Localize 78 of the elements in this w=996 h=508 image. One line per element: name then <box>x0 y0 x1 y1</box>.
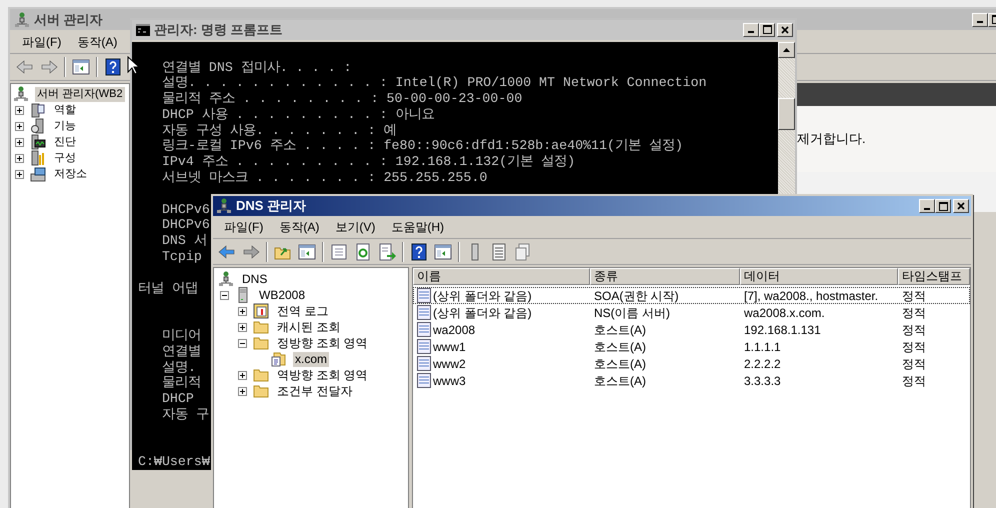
tree-item[interactable]: 조건부 전달자 <box>275 384 354 398</box>
table-cell-text: 1.1.1.1 <box>744 338 781 356</box>
console-line: 설명. <box>160 360 196 376</box>
table-cell-text: SOA(권한 시작) <box>594 288 679 304</box>
table-cell-text: 3.3.3.3 <box>744 372 781 390</box>
column-header[interactable]: 이름 <box>413 268 590 285</box>
menu-item[interactable]: 도움말(H) <box>384 218 451 236</box>
table-cell-text: 정적 <box>902 322 926 338</box>
table-cell-text: 2.2.2.2 <box>744 356 781 372</box>
console-line: Tcpip <box>160 249 202 265</box>
table-cell-text: wa2008 <box>433 322 476 338</box>
window-title: 서버 관리자 <box>34 10 103 29</box>
tree-item[interactable]: 구성 <box>52 150 78 166</box>
table-cell-text: 192.168.1.131 <box>744 322 821 338</box>
console-line: 터널 어댑 <box>138 280 198 296</box>
console-line: 연결별 DNS 접미사. . . . : <box>160 60 352 76</box>
console-line: 자동 구 <box>160 407 209 423</box>
console-line: DHCPv6 <box>160 202 210 218</box>
table-cell-text: 호스트(A) <box>594 338 646 356</box>
table-cell-text: 정적 <box>902 372 926 390</box>
console-line: DHCP 사용 . . . . . . . . . : 아니요 <box>160 106 434 123</box>
tree-item[interactable]: 캐시된 조회 <box>275 320 342 334</box>
console-line: 연결별 <box>160 344 201 360</box>
console-line: 링크-로컬 IPv6 주소 . . . . : fe80::90c6:dfd1:528b:ae40%11(기본 설정) <box>160 138 683 154</box>
table-cell-text: NS(이름 서버) <box>594 304 670 322</box>
console-line: 물리적 <box>160 375 201 392</box>
tree-item[interactable]: DNS <box>240 272 270 286</box>
console-line: DNS 서 <box>160 233 207 250</box>
menu-item[interactable]: 동작(A) <box>71 32 124 50</box>
table-cell-text: (상위 폴더와 같음) <box>433 304 532 322</box>
menu-item[interactable]: 파일(F) <box>16 32 68 50</box>
record-row[interactable]: (상위 폴더와 같음) SOA(권한 시작) [7], wa2008., hostmaster. 정적 <box>413 287 970 304</box>
record-row[interactable]: www3 호스트(A) 3.3.3.3 정적 <box>413 372 970 389</box>
console-line: 설명. . . . . . . . . . . . : Intel(R) PRO/1000 MT Network Connection <box>160 75 707 92</box>
menu-item[interactable]: 동작(A) <box>272 218 326 236</box>
console-line: IPv4 주소 . . . . . . . . . : 192.168.1.132(기본 설정) <box>160 154 576 170</box>
record-row[interactable]: (상위 폴더와 같음) NS(이름 서버) wa2008.x.com. 정적 <box>413 304 970 321</box>
description-text: 제거합니다. <box>797 130 866 148</box>
table-cell-text: www1 <box>433 338 466 356</box>
menu-item[interactable]: 파일(F) <box>217 218 270 236</box>
console-line: 자동 구성 사용. . . . . . . : 예 <box>160 122 397 138</box>
console-line: DHCP <box>160 391 194 408</box>
menu-item[interactable]: 보기(V) <box>328 218 382 236</box>
tree-item[interactable]: x.com <box>293 352 330 366</box>
tree-item[interactable]: 역방향 조회 영역 <box>275 368 370 382</box>
table-cell-text: (상위 폴더와 같음) <box>433 288 532 304</box>
table-cell-text: wa2008.x.com. <box>744 304 825 322</box>
tree-item[interactable]: 진단 <box>52 134 78 150</box>
tree-item[interactable]: WB2008 <box>257 288 308 302</box>
tree-item[interactable]: 전역 로그 <box>275 304 330 318</box>
window-title: DNS 관리자 <box>236 197 306 216</box>
table-cell-text: 호스트(A) <box>594 372 646 390</box>
table-cell-text: 호스트(A) <box>594 322 646 338</box>
console-line: C:₩Users₩ <box>138 454 210 470</box>
tree-item[interactable]: 정방향 조회 영역 <box>275 336 370 350</box>
column-header[interactable]: 타임스탬프 <box>898 268 970 285</box>
table-cell-text: 호스트(A) <box>594 356 646 372</box>
tree-item[interactable]: 역할 <box>52 102 78 118</box>
console-line: DHCPv6 <box>160 217 210 234</box>
tree-item[interactable]: 기능 <box>52 118 78 134</box>
console-line: 서브넷 마스크 . . . . . . . : 255.255.255.0 <box>160 170 488 186</box>
table-cell-text: [7], wa2008., hostmaster. <box>744 288 878 304</box>
table-cell-text: 정적 <box>902 356 926 372</box>
record-row[interactable]: wa2008 호스트(A) 192.168.1.131 정적 <box>413 321 970 338</box>
tree-item[interactable]: 서버 관리자(WB2 <box>35 86 125 102</box>
table-cell-text: 정적 <box>902 304 926 322</box>
column-header[interactable]: 종류 <box>590 268 740 285</box>
table-cell-text: 정적 <box>902 288 926 304</box>
console-line: 미디어 <box>160 328 201 344</box>
window-title: 관리자: 명령 프롬프트 <box>154 21 283 39</box>
column-header[interactable]: 데이터 <box>740 268 898 285</box>
record-row[interactable]: www1 호스트(A) 1.1.1.1 정적 <box>413 338 970 355</box>
record-row[interactable]: www2 호스트(A) 2.2.2.2 정적 <box>413 355 970 372</box>
tree-item[interactable]: 저장소 <box>52 166 89 182</box>
table-cell-text: 정적 <box>902 338 926 356</box>
table-cell-text: www2 <box>433 356 466 372</box>
console-line: 물리적 주소 . . . . . . . . : 50-00-00-23-00-00 <box>160 91 522 107</box>
table-cell-text: www3 <box>433 372 466 390</box>
